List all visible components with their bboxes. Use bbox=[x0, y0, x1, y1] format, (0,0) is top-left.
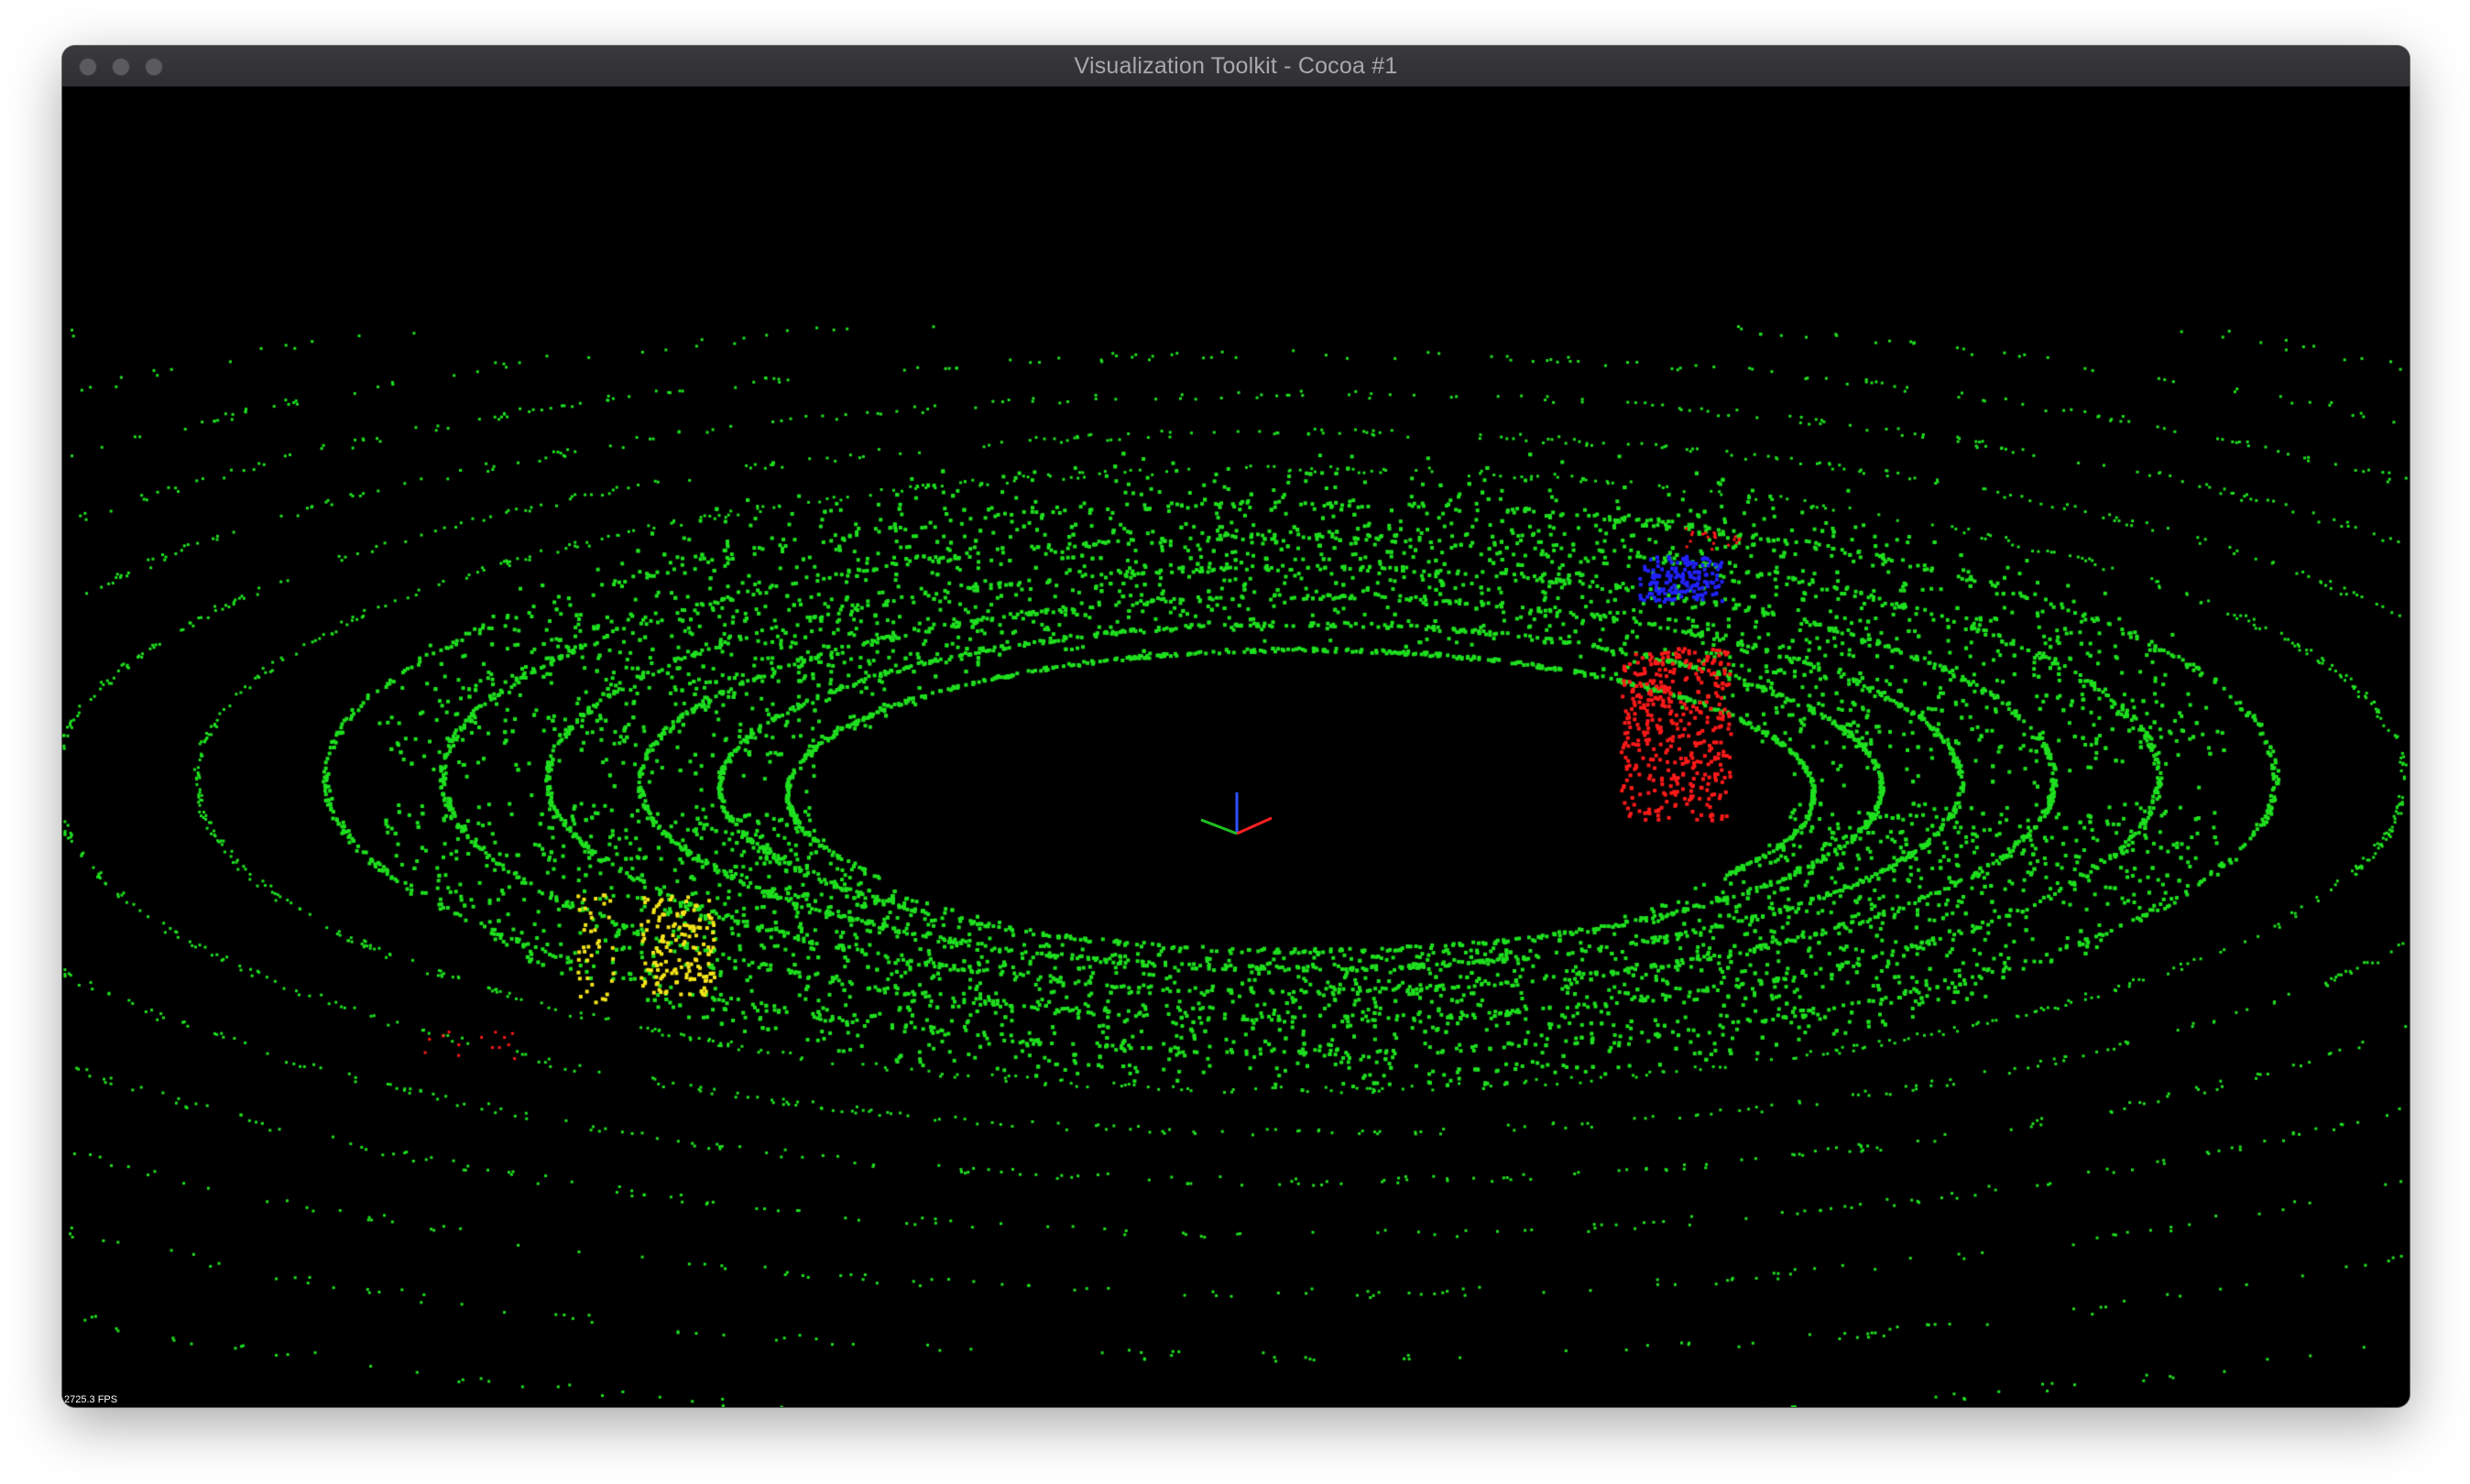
render-viewport[interactable]: 2725.3 FPS bbox=[62, 87, 2410, 1407]
window-title: Visualization Toolkit - Cocoa #1 bbox=[1074, 53, 1398, 79]
vtk-window: Visualization Toolkit - Cocoa #1 2725.3 … bbox=[62, 46, 2410, 1407]
y-axis-line bbox=[1200, 818, 1238, 835]
fps-counter: 2725.3 FPS bbox=[64, 1394, 118, 1405]
x-axis-line bbox=[1236, 816, 1273, 835]
axes-gizmo bbox=[1200, 792, 1273, 835]
title-bar[interactable]: Visualization Toolkit - Cocoa #1 bbox=[62, 46, 2410, 87]
